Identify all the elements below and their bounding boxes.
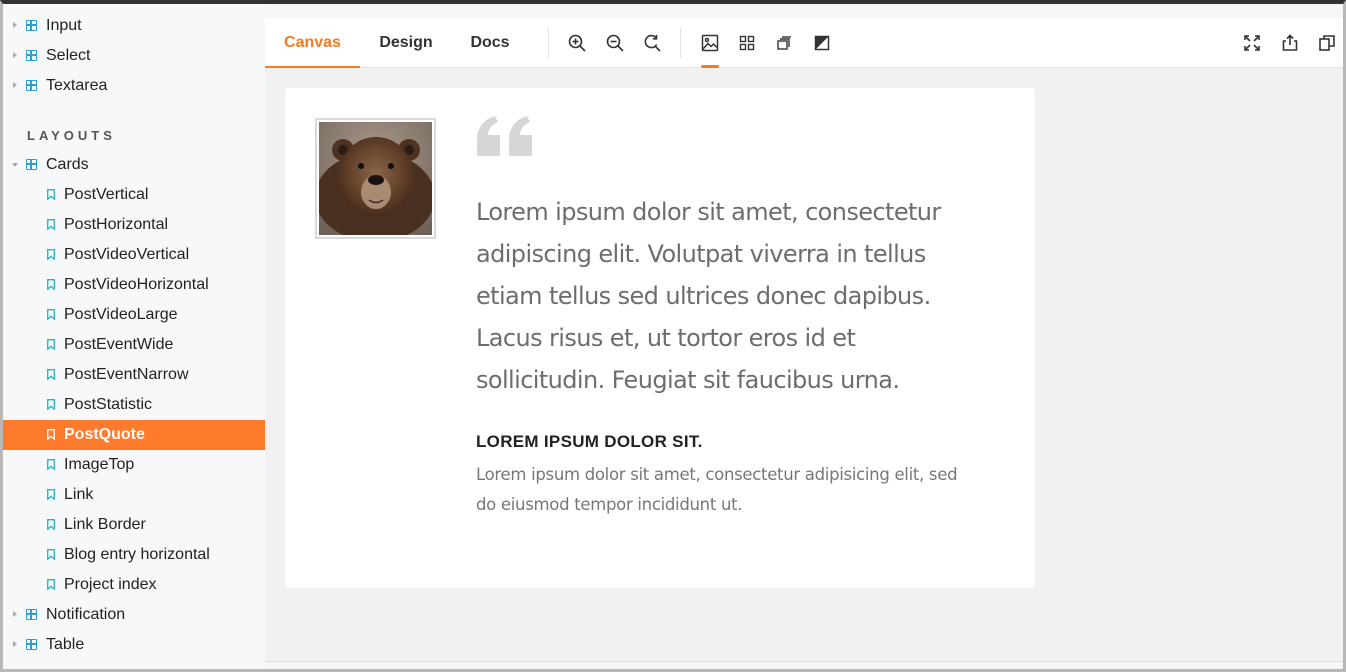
tab-docs[interactable]: Docs <box>452 18 528 68</box>
component-group-icon <box>26 639 37 650</box>
bookmark-icon <box>47 339 55 350</box>
canvas-bottom-border <box>265 661 1343 662</box>
toolbar-divider <box>680 28 681 58</box>
tree-item-imagetop[interactable]: ImageTop <box>3 450 265 480</box>
grid-icon[interactable] <box>735 31 759 55</box>
tree-item-input[interactable]: Input <box>3 11 265 41</box>
tree-item-label: PostVertical <box>64 186 149 203</box>
contrast-icon[interactable] <box>810 31 834 55</box>
bookmark-icon <box>47 249 55 260</box>
bookmark-icon <box>47 579 55 590</box>
tree-item-label: Blog entry horizontal <box>64 546 210 563</box>
bookmark-icon <box>47 489 55 500</box>
tree-item-posteventnarrow[interactable]: PostEventNarrow <box>3 360 265 390</box>
tree-item-label: PostVideoLarge <box>64 306 178 323</box>
tree-item-label: PostVideoHorizontal <box>64 276 209 293</box>
tree-item-label: PostVideoVertical <box>64 246 190 263</box>
bookmark-icon <box>47 369 55 380</box>
section-title-layouts: LAYOUTS <box>27 128 116 143</box>
bookmark-icon <box>47 279 55 290</box>
tree-item-link-border[interactable]: Link Border <box>3 510 265 540</box>
quote-icon <box>475 116 535 165</box>
caret-right-icon[interactable] <box>13 52 17 58</box>
bookmark-icon <box>47 459 55 470</box>
tab-canvas[interactable]: Canvas <box>265 18 360 69</box>
bookmark-icon <box>47 399 55 410</box>
tab-design[interactable]: Design <box>360 18 452 68</box>
bookmark-icon <box>47 429 55 440</box>
component-group-icon <box>26 80 37 91</box>
tree-item-label: Input <box>46 17 82 34</box>
tree-item-label: Cards <box>46 156 89 173</box>
tree-item-label: Table <box>46 636 85 653</box>
caret-right-icon[interactable] <box>13 82 17 88</box>
tree-item-label: Link <box>64 486 94 503</box>
bookmark-icon <box>47 219 55 230</box>
share-icon[interactable] <box>1278 31 1302 55</box>
tree-item-blog-entry-horizontal[interactable]: Blog entry horizontal <box>3 540 265 570</box>
tree-item-select[interactable]: Select <box>3 41 265 71</box>
author-name: LOREM IPSUM DOLOR SIT. <box>476 432 703 451</box>
caret-down-icon[interactable] <box>12 163 18 167</box>
sidebar: Input Select Textarea LAYOUTS Cards Post… <box>3 4 265 668</box>
tree-item-label: PostEventNarrow <box>64 366 189 383</box>
component-group-icon <box>26 159 37 170</box>
quote-text: Lorem ipsum dolor sit amet, consectetur … <box>476 198 941 394</box>
image-background-icon[interactable] <box>698 31 722 68</box>
tree-item-label: PostQuote <box>64 426 145 443</box>
tree-item-label: ImageTop <box>64 456 135 473</box>
bookmark-icon <box>47 549 55 560</box>
caret-right-icon[interactable] <box>13 22 17 28</box>
bookmark-icon <box>47 189 55 200</box>
toolbar: Canvas Design Docs <box>265 18 1343 69</box>
bookmark-icon <box>47 519 55 530</box>
tree-item-table[interactable]: Table <box>3 630 265 660</box>
reset-zoom-icon[interactable] <box>640 31 664 55</box>
bookmark-icon <box>47 309 55 320</box>
preview-canvas: Lorem ipsum dolor sit amet, consectetur … <box>265 68 1343 662</box>
tree-item-label: Link Border <box>64 516 146 533</box>
zoom-in-icon[interactable] <box>565 31 589 55</box>
fullscreen-icon[interactable] <box>1240 31 1264 55</box>
tree-item-notification[interactable]: Notification <box>3 600 265 630</box>
caret-right-icon[interactable] <box>13 641 17 647</box>
tree-item-postvideovertical[interactable]: PostVideoVertical <box>3 240 265 270</box>
tree-item-postvideolarge[interactable]: PostVideoLarge <box>3 300 265 330</box>
layers-icon[interactable] <box>772 31 796 55</box>
tree-item-poststatistic[interactable]: PostStatistic <box>3 390 265 420</box>
avatar <box>315 118 436 242</box>
tree-item-label: PostHorizontal <box>64 216 169 233</box>
component-group-icon <box>26 20 37 31</box>
tree-item-postvideohorizontal[interactable]: PostVideoHorizontal <box>3 270 265 300</box>
copy-icon[interactable] <box>1315 31 1339 55</box>
tree-item-posteventwide[interactable]: PostEventWide <box>3 330 265 360</box>
caret-right-icon[interactable] <box>13 611 17 617</box>
tree-item-label: PostStatistic <box>64 396 153 413</box>
author-description: Lorem ipsum dolor sit amet, consectetur … <box>476 465 958 514</box>
tree-item-project-index[interactable]: Project index <box>3 570 265 600</box>
tree-item-label: Select <box>46 47 91 64</box>
component-group-icon <box>26 50 37 61</box>
tree-item-textarea[interactable]: Textarea <box>3 71 265 101</box>
tree-item-label: Project index <box>64 576 157 593</box>
toolbar-divider <box>548 28 549 58</box>
tree-item-label: PostEventWide <box>64 336 174 353</box>
zoom-out-icon[interactable] <box>603 31 627 55</box>
tree-item-link[interactable]: Link <box>3 480 265 510</box>
bear-image <box>315 122 435 242</box>
tree-item-label: Notification <box>46 606 126 623</box>
post-quote-card: Lorem ipsum dolor sit amet, consectetur … <box>285 88 1035 588</box>
component-group-icon <box>26 609 37 620</box>
tree-item-postquote[interactable]: PostQuote <box>3 420 265 450</box>
tree-item-cards[interactable]: Cards <box>3 150 265 180</box>
tree-item-posthorizontal[interactable]: PostHorizontal <box>3 210 265 240</box>
tree-item-label: Textarea <box>46 77 108 94</box>
tree-item-postvertical[interactable]: PostVertical <box>3 180 265 210</box>
